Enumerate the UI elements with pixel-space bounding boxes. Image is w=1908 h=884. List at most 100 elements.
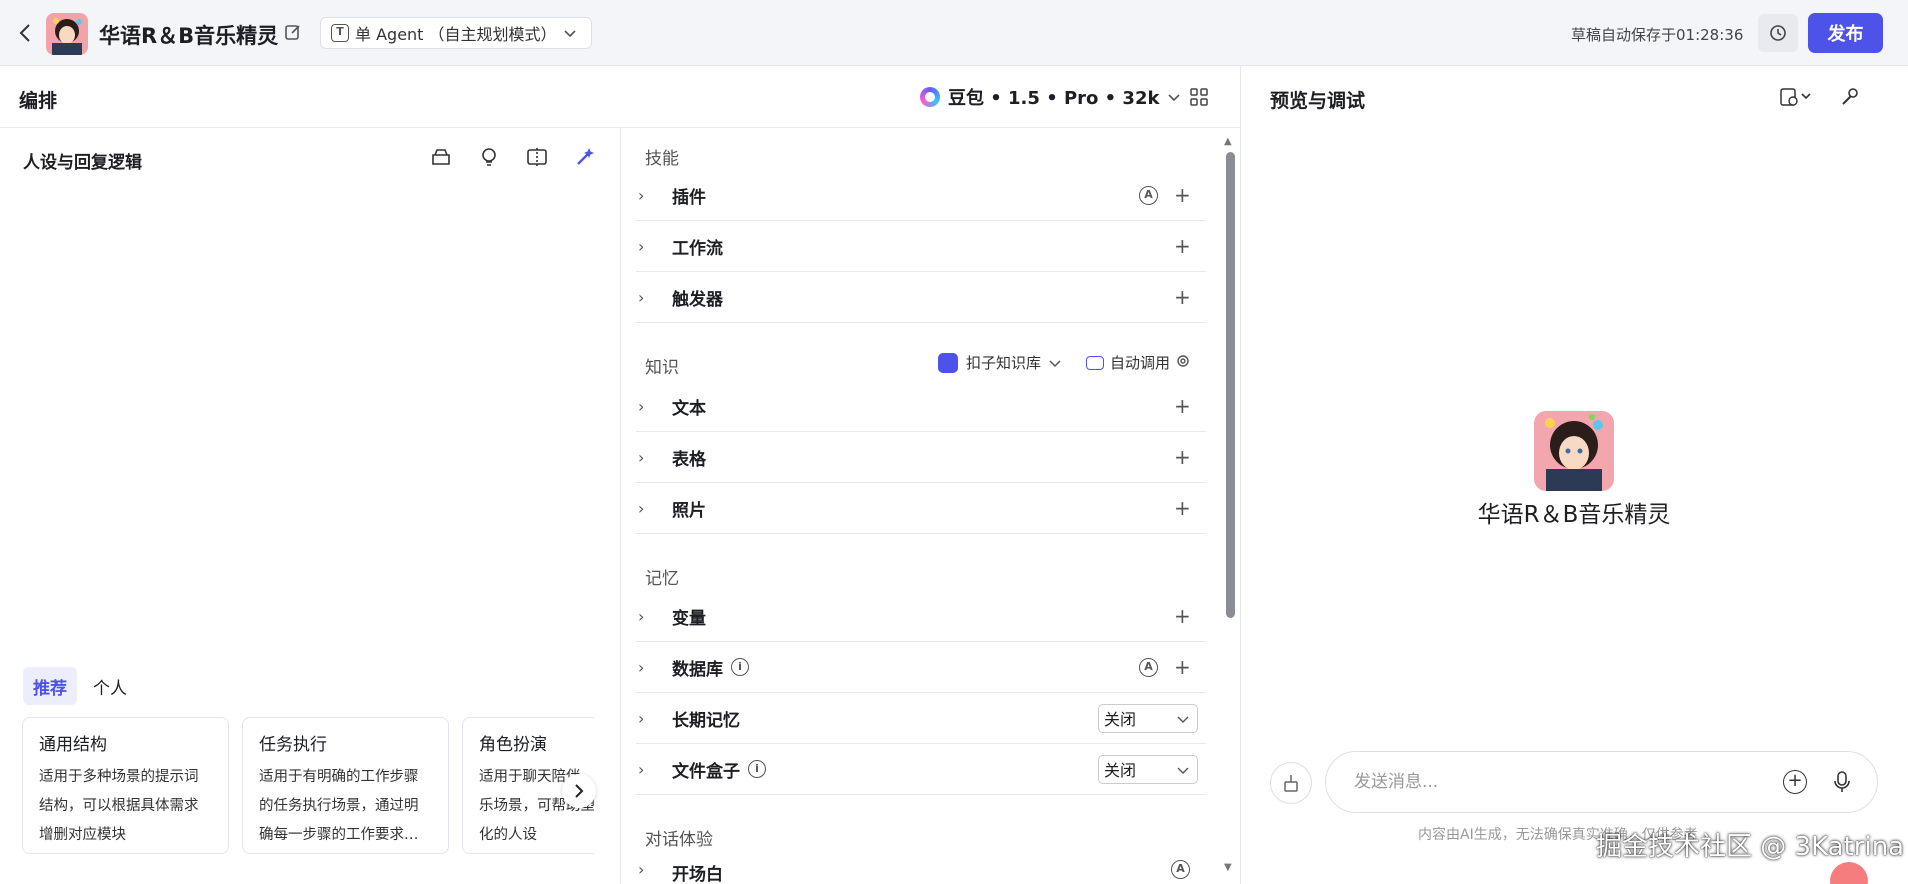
chevron-down-icon (1049, 354, 1061, 372)
wrench-icon[interactable] (1840, 87, 1860, 111)
skill-row-plugin[interactable]: › 插件 A + (636, 170, 1206, 221)
auto-mode-icon[interactable]: A (1139, 185, 1158, 205)
skill-row-workflow[interactable]: › 工作流 + (636, 221, 1206, 272)
info-icon[interactable]: i (748, 760, 766, 778)
card-title: 任务执行 (259, 735, 327, 755)
tab-recommended[interactable]: 推荐 (23, 667, 77, 705)
row-label: 表格 (672, 449, 706, 470)
template-cards: 通用结构 适用于多种场景的提示词结构，可以根据具体需求增删对应模块 任务执行 适… (22, 717, 594, 855)
memory-row-database[interactable]: › 数据库 i A + (636, 642, 1206, 693)
message-input[interactable] (1354, 772, 1783, 792)
message-input-box[interactable]: + (1325, 751, 1878, 813)
ai-optimize-icon[interactable] (574, 146, 596, 168)
add-icon[interactable]: + (1174, 498, 1191, 518)
dialog-group-label: 对话体验 (645, 830, 713, 850)
add-icon[interactable]: + (1174, 236, 1191, 256)
row-label: 文本 (672, 398, 706, 419)
knowledge-source-dropdown[interactable]: 扣子知识库 (938, 352, 1061, 373)
doubao-logo-icon (920, 87, 940, 107)
row-label: 变量 (672, 608, 706, 629)
tab-personal[interactable]: 个人 (83, 667, 137, 705)
panel-divider (620, 128, 621, 884)
config-scrollbar[interactable] (1226, 152, 1235, 618)
top-bar: 华语R＆B音乐精灵 T 单 Agent （自主规划模式） 草稿自动保存于01:2… (0, 0, 1908, 66)
memory-row-variable[interactable]: › 变量 + (636, 591, 1206, 642)
chevron-right-icon: › (638, 236, 645, 256)
file-box-select[interactable]: 关闭 (1098, 754, 1198, 784)
back-arrow-icon[interactable] (18, 22, 38, 44)
template-card[interactable]: 任务执行 适用于有明确的工作步骤的任务执行场景，通过明确每一步骤的工作要求… (242, 717, 449, 854)
editor-section-title: 编排 (19, 90, 58, 112)
add-icon[interactable]: + (1174, 396, 1191, 416)
row-label: 插件 (672, 187, 706, 208)
add-icon[interactable]: + (1174, 606, 1191, 626)
agent-mode-dropdown[interactable]: T 单 Agent （自主规划模式） (320, 17, 592, 49)
model-selector[interactable]: 豆包 • 1.5 • Pro • 32k (920, 84, 1181, 110)
auto-mode-icon[interactable]: A (1139, 657, 1158, 677)
scroll-down-arrow-icon[interactable]: ▼ (1224, 862, 1232, 873)
chevron-down-icon (1167, 87, 1181, 108)
add-icon[interactable]: + (1174, 185, 1191, 205)
chevron-right-icon (575, 784, 584, 798)
chevron-down-icon (1177, 760, 1189, 779)
card-title: 角色扮演 (479, 735, 547, 755)
memory-row-file-box[interactable]: › 文件盒子 i 关闭 (636, 744, 1206, 795)
cards-next-button[interactable] (562, 774, 596, 808)
autosave-status: 草稿自动保存于01:28:36 (1571, 26, 1744, 44)
skill-row-trigger[interactable]: › 触发器 + (636, 272, 1206, 323)
row-label: 开场白 (672, 865, 723, 884)
compare-icon[interactable] (526, 146, 548, 168)
knowledge-row-table[interactable]: › 表格 + (636, 432, 1206, 483)
template-card[interactable]: 通用结构 适用于多种场景的提示词结构，可以根据具体需求增删对应模块 (22, 717, 229, 854)
auto-call-icon (1086, 355, 1104, 370)
info-icon[interactable]: i (731, 658, 749, 676)
row-label: 文件盒子 (672, 761, 740, 782)
auto-call-setting[interactable]: 自动调用 (1086, 352, 1190, 373)
add-attachment-icon[interactable]: + (1783, 770, 1807, 794)
add-icon[interactable]: + (1174, 287, 1191, 307)
row-label: 触发器 (672, 289, 723, 310)
chevron-down-icon (1177, 709, 1189, 728)
history-button[interactable] (1758, 14, 1798, 52)
memory-row-long-term[interactable]: › 长期记忆 关闭 (636, 693, 1206, 744)
auto-mode-icon[interactable]: A (1171, 860, 1190, 879)
model-name: 豆包 • 1.5 • Pro • 32k (948, 88, 1160, 109)
chevron-right-icon: › (638, 759, 645, 779)
row-label: 工作流 (672, 238, 723, 259)
gear-icon[interactable] (1176, 354, 1190, 372)
publish-button[interactable]: 发布 (1808, 13, 1883, 53)
add-icon[interactable]: + (1174, 657, 1191, 677)
chevron-right-icon: › (638, 287, 645, 307)
prompt-library-icon[interactable] (430, 146, 452, 168)
agent-type-icon: T (331, 24, 349, 42)
dialog-row-opening[interactable]: › 开场白 A (636, 852, 1206, 884)
row-label: 数据库 (672, 659, 723, 680)
knowledge-group-label: 知识 (645, 358, 679, 378)
chevron-right-icon: › (638, 447, 645, 467)
panel-divider-preview (1240, 66, 1241, 884)
select-value: 关闭 (1104, 761, 1137, 780)
broom-icon (1284, 775, 1298, 792)
knowledge-row-text[interactable]: › 文本 + (636, 381, 1206, 432)
add-icon[interactable]: + (1174, 447, 1191, 467)
lightbulb-icon[interactable] (478, 146, 500, 168)
edit-icon[interactable] (284, 23, 302, 41)
watermark: 掘金技术社区 @ 3Katrina (1596, 832, 1905, 862)
chevron-right-icon: › (638, 185, 645, 205)
knowledge-row-photo[interactable]: › 照片 + (636, 483, 1206, 534)
microphone-icon[interactable] (1833, 770, 1851, 794)
clear-history-button[interactable] (1270, 762, 1312, 804)
debug-settings-icon[interactable] (1780, 87, 1814, 111)
scroll-up-arrow-icon[interactable]: ▲ (1224, 136, 1232, 147)
layout-grid-icon[interactable] (1190, 88, 1208, 106)
chevron-right-icon: › (638, 657, 645, 677)
select-value: 关闭 (1104, 710, 1137, 729)
floating-assistant-icon[interactable] (1830, 862, 1868, 884)
long-term-memory-select[interactable]: 关闭 (1098, 703, 1198, 733)
auto-call-label: 自动调用 (1110, 354, 1171, 372)
chevron-right-icon: › (638, 606, 645, 626)
card-desc: 适用于多种场景的提示词结构，可以根据具体需求增删对应模块 (39, 769, 199, 843)
agent-mode-label: 单 Agent （自主规划模式） (355, 25, 557, 44)
chevron-right-icon: › (638, 708, 645, 728)
row-label: 照片 (672, 500, 706, 521)
